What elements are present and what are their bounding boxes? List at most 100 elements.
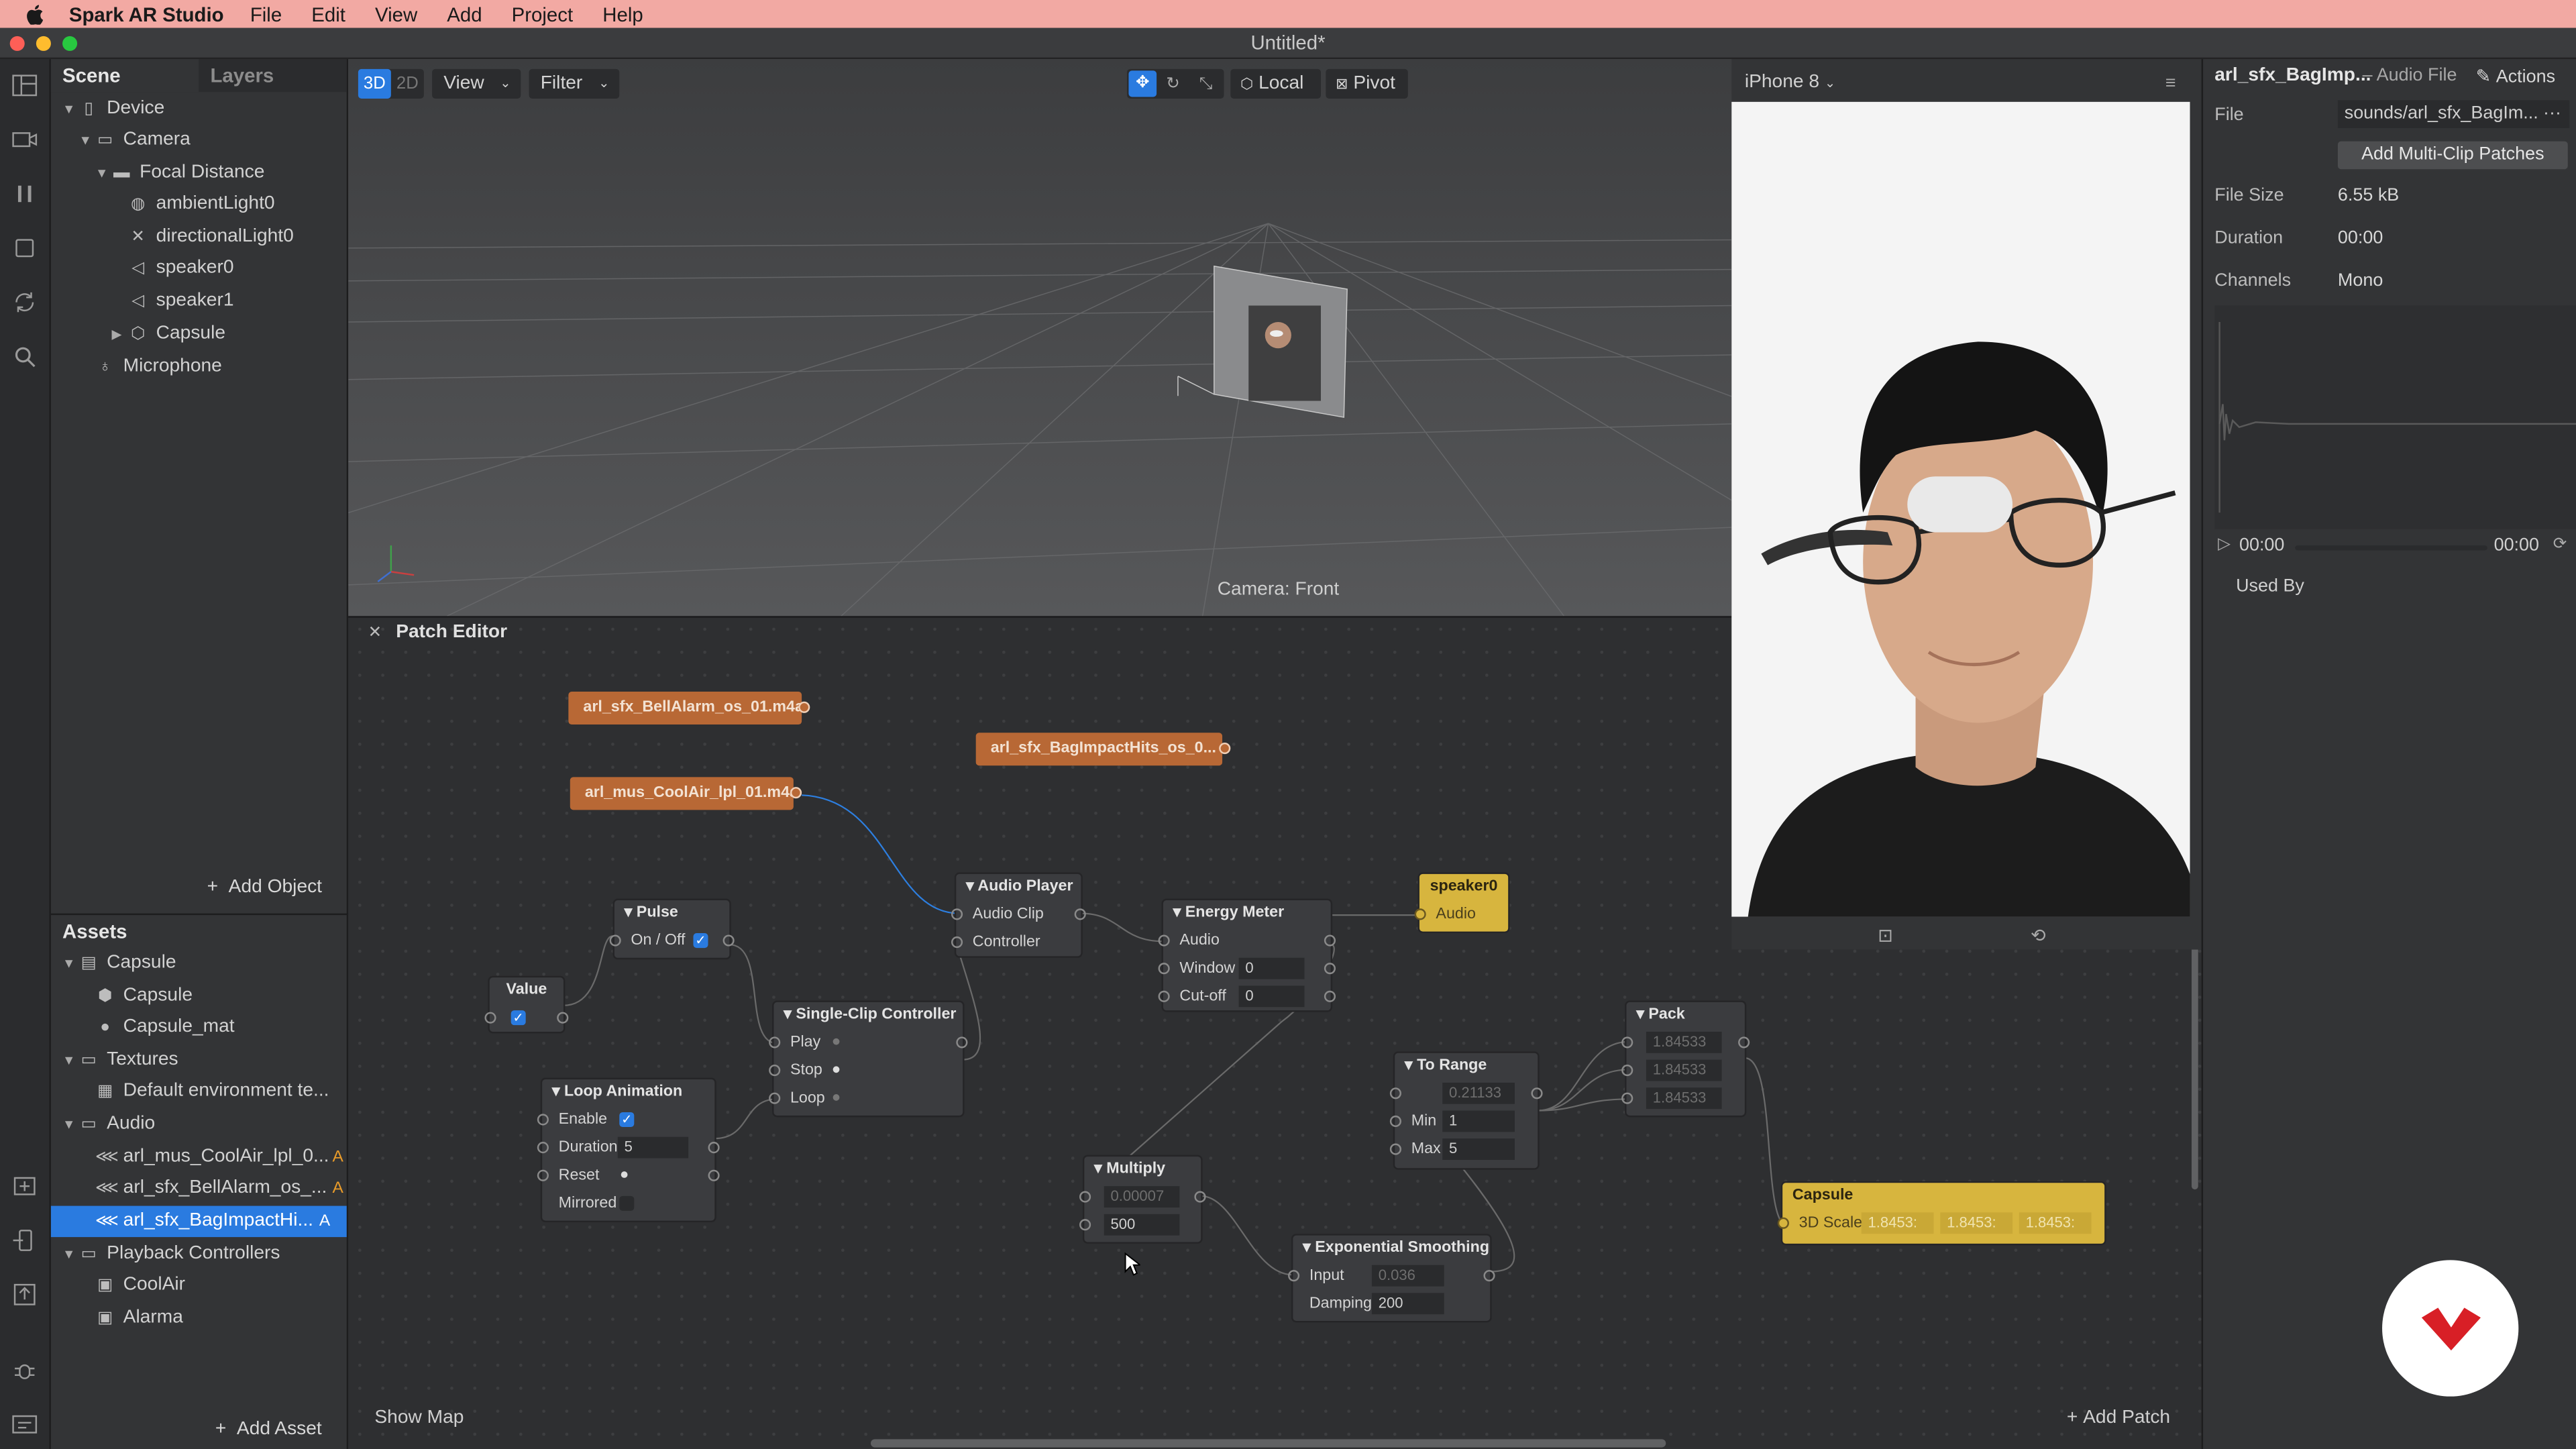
- scale-y-field[interactable]: 1.8453:: [1940, 1212, 2013, 1234]
- value-checkbox[interactable]: ✓: [511, 1010, 526, 1026]
- asset-folder-playback-controllers[interactable]: ▼ ▭ Playback Controllers: [62, 1239, 356, 1271]
- input-port[interactable]: [537, 1114, 549, 1126]
- more-icon[interactable]: ···: [2543, 100, 2561, 128]
- mode-3d-button[interactable]: 3D: [358, 68, 391, 99]
- patch-node-audio-player[interactable]: ▾ Audio Player Audio Clip Controller: [951, 873, 1086, 957]
- output-port[interactable]: [798, 701, 810, 713]
- play-icon[interactable]: ▷: [2218, 535, 2231, 553]
- scene-layout-icon[interactable]: [11, 74, 38, 97]
- multiply-field-1[interactable]: 0.00007: [1104, 1186, 1180, 1208]
- input-port[interactable]: [951, 936, 963, 949]
- add-asset-button[interactable]: + Add Asset: [215, 1419, 322, 1439]
- patch-node-capsule[interactable]: Capsule 3D Scale 1.8453: 1.8453: 1.8453:: [1777, 1183, 2105, 1244]
- input-port[interactable]: [484, 1012, 496, 1024]
- asset-bellalarm-audio[interactable]: ⋘ arl_sfx_BellAlarm_os_... A: [95, 1173, 345, 1205]
- input-port[interactable]: [1389, 1087, 1401, 1099]
- add-multi-clip-patches-button[interactable]: Add Multi-Clip Patches: [2337, 141, 2568, 170]
- screenshot-icon[interactable]: ⊡: [1878, 925, 1893, 946]
- apple-icon[interactable]: [23, 4, 46, 24]
- video-icon[interactable]: [11, 128, 38, 151]
- output-port[interactable]: [1194, 1191, 1206, 1203]
- mode-2d-button[interactable]: 2D: [391, 69, 424, 99]
- move-tool-icon[interactable]: ✥: [1128, 70, 1157, 97]
- view-dropdown[interactable]: View ⌄: [432, 68, 521, 99]
- patch-node-energy-meter[interactable]: ▾ Energy Meter Audio Window 0 Cut-off 0: [1158, 900, 1336, 1011]
- menu-help[interactable]: Help: [602, 3, 643, 25]
- asset-capsule-mat[interactable]: ● Capsule_mat: [95, 1012, 389, 1044]
- window-field[interactable]: 0: [1238, 957, 1305, 979]
- input-port[interactable]: [1777, 1217, 1789, 1229]
- bug-icon[interactable]: [11, 1358, 38, 1381]
- upload-icon[interactable]: [11, 1283, 38, 1306]
- output-port[interactable]: [708, 1142, 720, 1154]
- input-port[interactable]: [1621, 1036, 1633, 1049]
- input-port[interactable]: [769, 1036, 781, 1049]
- input-port[interactable]: [537, 1169, 549, 1181]
- patch-node-bagimpact[interactable]: arl_sfx_BagImpactHits_os_0...: [975, 733, 1231, 766]
- asset-alarma-controller[interactable]: ▣ Alarma: [95, 1303, 389, 1334]
- add-object-button[interactable]: + Add Object: [207, 877, 322, 897]
- input-port[interactable]: [1414, 908, 1426, 920]
- min-field[interactable]: 1: [1442, 1110, 1515, 1132]
- scale-x-field[interactable]: 1.8453:: [1861, 1212, 1934, 1234]
- input-port[interactable]: [1079, 1219, 1091, 1231]
- on-off-checkbox[interactable]: ✓: [693, 933, 708, 949]
- rotate-device-icon[interactable]: ⟲: [2031, 925, 2046, 946]
- menu-icon[interactable]: ≡: [2165, 74, 2176, 93]
- scale-tool-icon[interactable]: ⤡: [1189, 74, 1222, 93]
- patch-node-to-range[interactable]: ▾ To Range 0.21133 Min 1 Max 5: [1389, 1053, 1543, 1169]
- filter-dropdown[interactable]: Filter ⌄: [529, 68, 620, 99]
- output-port[interactable]: [956, 1036, 968, 1049]
- patch-node-exponential-smoothing[interactable]: ▾ Exponential Smoothing Input 0.036 Dampi…: [1288, 1235, 1495, 1321]
- input-port[interactable]: [609, 934, 621, 947]
- tab-layers[interactable]: Layers: [199, 59, 346, 92]
- loop-trigger[interactable]: [833, 1094, 840, 1101]
- output-port[interactable]: [1074, 908, 1086, 920]
- rotate-tool-icon[interactable]: ↻: [1157, 74, 1189, 93]
- menu-edit[interactable]: Edit: [311, 3, 345, 25]
- add-patch-button[interactable]: + Add Patch: [2067, 1408, 2170, 1428]
- patch-node-single-clip-controller[interactable]: ▾ Single-Clip Controller Play Stop Loop: [769, 1002, 968, 1116]
- horizontal-scrollbar[interactable]: [870, 1439, 1666, 1448]
- file-path-field[interactable]: sounds/arl_sfx_BagIm... ···: [2337, 100, 2570, 129]
- output-port[interactable]: [790, 787, 802, 799]
- input-port[interactable]: [1158, 963, 1170, 975]
- input-port[interactable]: [1389, 1143, 1401, 1155]
- pivot-toggle[interactable]: ⊠ Pivot: [1326, 68, 1408, 99]
- menu-project[interactable]: Project: [512, 3, 573, 25]
- duration-field[interactable]: 5: [617, 1136, 689, 1159]
- local-toggle[interactable]: ⬡ Local: [1230, 68, 1321, 99]
- patch-node-multiply[interactable]: ▾ Multiply 0.00007 500: [1079, 1157, 1206, 1242]
- z-field[interactable]: 1.84533: [1646, 1087, 1722, 1110]
- zoom-window-button[interactable]: [62, 36, 78, 51]
- output-port[interactable]: [1324, 963, 1336, 975]
- asset-bagimpact-audio[interactable]: ⋘ arl_sfx_BagImpactHi... A: [50, 1205, 347, 1238]
- input-port[interactable]: [1288, 1270, 1300, 1282]
- output-port[interactable]: [557, 1012, 569, 1024]
- asset-folder-audio[interactable]: ▼ ▭ Audio: [62, 1109, 356, 1140]
- actions-button[interactable]: ✎ Actions: [2476, 66, 2555, 87]
- patch-node-speaker0[interactable]: speaker0 Audio: [1414, 873, 1509, 932]
- search-icon[interactable]: [11, 345, 38, 368]
- patch-node-loop-animation[interactable]: ▾ Loop Animation Enable ✓ Duration 5 Reset…: [537, 1079, 720, 1221]
- show-map-button[interactable]: Show Map: [374, 1408, 464, 1428]
- input-port[interactable]: [769, 1064, 781, 1077]
- input-port[interactable]: [1158, 934, 1170, 947]
- input-field[interactable]: 0.036: [1371, 1265, 1444, 1287]
- input-port[interactable]: [951, 908, 963, 920]
- mirrored-checkbox[interactable]: [619, 1195, 635, 1211]
- output-port[interactable]: [1324, 990, 1336, 1002]
- patch-node-pulse[interactable]: ▾ Pulse On / Off ✓: [609, 900, 735, 958]
- max-field[interactable]: 5: [1442, 1138, 1515, 1160]
- playback-scrubber[interactable]: [2295, 545, 2487, 551]
- input-port[interactable]: [769, 1092, 781, 1104]
- asset-folder-capsule[interactable]: ▼ ▤ Capsule: [62, 948, 356, 979]
- input-port[interactable]: [1389, 1115, 1401, 1128]
- damping-field[interactable]: 200: [1371, 1293, 1444, 1315]
- enable-checkbox[interactable]: ✓: [619, 1112, 635, 1128]
- device-icon[interactable]: [11, 237, 38, 260]
- send-to-device-icon[interactable]: [11, 1229, 38, 1252]
- asset-coolair-audio[interactable]: ⋘ arl_mus_CoolAir_lpl_0... A: [95, 1142, 345, 1173]
- y-field[interactable]: 1.84533: [1646, 1059, 1722, 1081]
- asset-folder-textures[interactable]: ▼ ▭ Textures: [62, 1045, 356, 1077]
